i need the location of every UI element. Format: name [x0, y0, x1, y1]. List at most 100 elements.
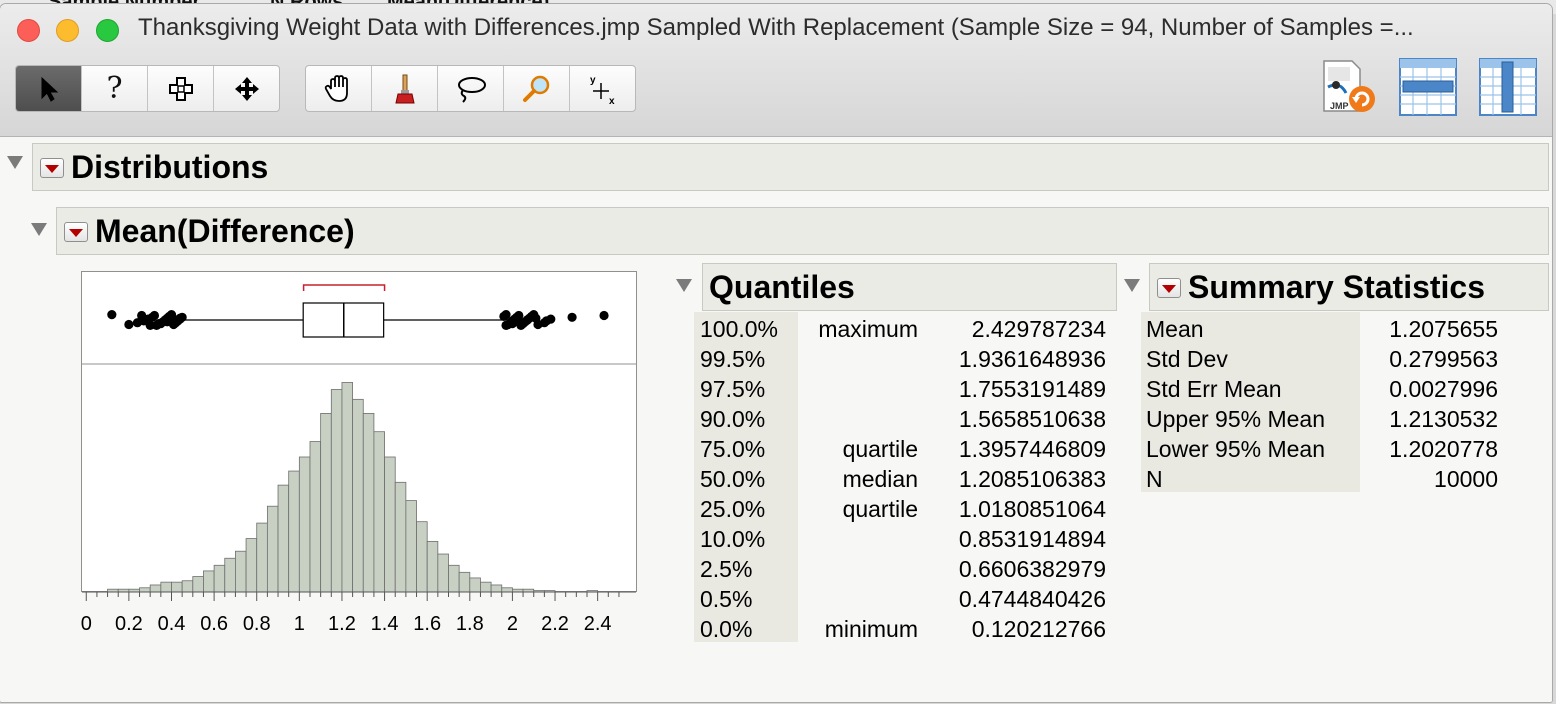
- histogram-bar: [320, 413, 332, 593]
- histogram-bar: [277, 484, 290, 593]
- histogram-bar: [203, 570, 215, 593]
- x-tick-label: 2: [507, 613, 518, 635]
- outlier-point: [175, 313, 185, 323]
- x-tick-label: 0.4: [158, 613, 186, 635]
- report-content: Distributions Mean(Difference) 0 0.2 0.4 0.…: [0, 137, 1552, 702]
- window-title: Thanksgiving Weight Data with Difference…: [138, 14, 1414, 41]
- histogram-bar: [405, 500, 417, 593]
- question-icon: ?: [106, 71, 123, 106]
- outlier-point: [149, 310, 160, 321]
- lasso-icon: [457, 76, 486, 103]
- x-tick-label: 1.4: [371, 613, 399, 635]
- histogram-bar: [341, 382, 354, 593]
- quantiles-title: Quantiles: [709, 269, 855, 305]
- crosshair-y-label: y: [590, 75, 596, 86]
- brush-tool-button[interactable]: [372, 66, 438, 111]
- x-tick-label: 1.6: [413, 613, 441, 635]
- x-tick-label: 0.6: [200, 613, 228, 635]
- x-tick-label: 2.4: [584, 613, 612, 635]
- histogram-bar: [256, 522, 268, 593]
- histogram-bar: [490, 584, 503, 593]
- histogram-bar: [362, 413, 375, 593]
- quantile-value: 1.0180851064: [958, 496, 1106, 522]
- outlier-point: [546, 314, 556, 324]
- histogram-bar: [373, 431, 385, 593]
- histogram-bar: [235, 550, 247, 593]
- histogram-bar: [458, 571, 471, 593]
- histogram-bar: [416, 521, 428, 593]
- quantile-value: 0.8531914894: [958, 526, 1106, 552]
- histogram-bar: [245, 538, 258, 593]
- summary-value: 1.2020778: [1389, 436, 1498, 462]
- histogram-bar: [192, 576, 204, 593]
- quantile-value: 0.6606382979: [958, 556, 1106, 582]
- arrange-rows-button[interactable]: [1398, 57, 1458, 117]
- histogram-bar: [288, 470, 300, 593]
- quantile-value: 1.2085106383: [958, 466, 1106, 492]
- histogram-bar: [171, 581, 183, 593]
- horizontal-layout-icon: [1399, 58, 1457, 116]
- outlier-point: [514, 317, 524, 327]
- histogram-bar: [149, 584, 162, 593]
- histogram-bar: [266, 505, 279, 593]
- summary-value: 1.2130532: [1389, 406, 1498, 432]
- outlier-point: [599, 310, 609, 321]
- crosshair-icon: yx: [590, 75, 615, 105]
- histogram-bar: [384, 456, 396, 593]
- x-tick-label: 0: [81, 613, 92, 635]
- minimize-window-button[interactable]: [56, 19, 79, 42]
- jmp-label: JMP: [1330, 101, 1349, 111]
- outlier-point: [567, 312, 577, 322]
- outlier-point: [162, 317, 172, 327]
- summary-red-triangle-menu[interactable]: [1157, 278, 1181, 298]
- summary-value: 0.2799563: [1389, 346, 1498, 372]
- histogram-bar: [181, 580, 194, 593]
- x-tick-label: 2.2: [541, 613, 569, 635]
- lasso-tool-button[interactable]: [438, 66, 504, 111]
- zoom-window-button[interactable]: [96, 19, 119, 42]
- grabber-tool-button[interactable]: [306, 66, 372, 111]
- magnifier-tool-button[interactable]: [504, 66, 570, 111]
- report-window: Thanksgiving Weight Data with Difference…: [0, 4, 1552, 702]
- move-arrows-icon: [234, 76, 259, 101]
- crosshair-tool-button[interactable]: yx: [570, 66, 635, 111]
- x-tick-label: 0.2: [115, 613, 143, 635]
- outlier-point: [124, 319, 134, 330]
- magnifier-icon: [522, 75, 549, 102]
- quantile-value: 1.9361648936: [958, 346, 1106, 372]
- summary-disclosure-icon[interactable]: [1124, 279, 1140, 292]
- histogram-bar: [394, 481, 407, 593]
- show-jmp-data-table-button[interactable]: JMP: [1318, 57, 1378, 117]
- histogram-bar: [330, 389, 343, 593]
- tool-group-graph: yx: [305, 65, 636, 112]
- arrow-tool-button[interactable]: [16, 66, 82, 111]
- x-tick-label: 1: [294, 613, 305, 635]
- summary-value: 10000: [1434, 466, 1498, 492]
- quantiles-disclosure-icon[interactable]: [676, 279, 692, 292]
- histogram-bar: [480, 581, 492, 593]
- selection-tool-button[interactable]: [148, 66, 214, 111]
- histogram-bar: [309, 441, 322, 593]
- histogram-bar: [139, 587, 151, 593]
- histogram-bar: [501, 587, 513, 593]
- summary-value: 0.0027996: [1389, 376, 1498, 402]
- quantile-value: 2.429787234: [971, 316, 1106, 342]
- quantile-value: 1.5658510638: [958, 406, 1106, 432]
- scroller-tool-button[interactable]: [214, 66, 279, 111]
- vertical-layout-icon: [1479, 58, 1537, 116]
- close-window-button[interactable]: [17, 19, 40, 42]
- x-tick-label: 1.2: [328, 613, 356, 635]
- summary-value: 1.2075655: [1389, 316, 1498, 342]
- outlier-point: [154, 319, 164, 329]
- outlier-point: [107, 310, 117, 320]
- crosshair-x-label: x: [609, 96, 615, 105]
- arrange-columns-button[interactable]: [1478, 57, 1538, 117]
- help-tool-button[interactable]: ?: [82, 66, 148, 111]
- histogram-bar: [213, 564, 226, 593]
- summary-header: Summary Statistics: [1149, 263, 1549, 311]
- hand-icon: [324, 74, 348, 102]
- x-tick-label: 0.8: [243, 613, 271, 635]
- outlier-point: [137, 310, 147, 321]
- quantile-value: 1.7553191489: [958, 376, 1106, 402]
- quantile-value: 1.3957446809: [958, 436, 1106, 462]
